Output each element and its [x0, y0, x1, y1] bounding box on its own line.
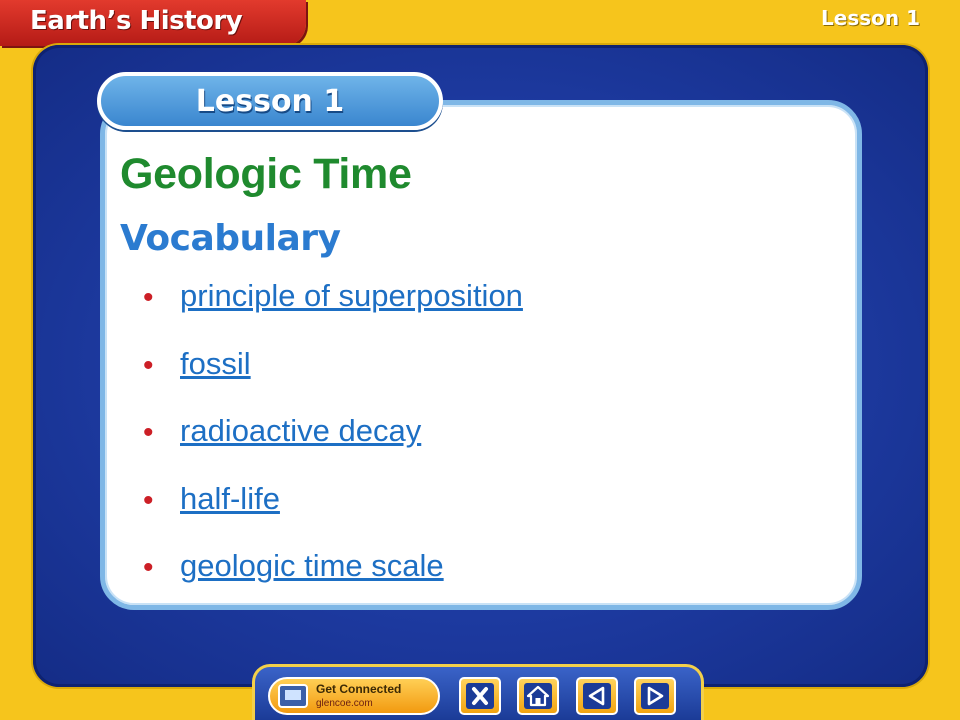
book-title: Earth’s History [30, 6, 243, 36]
vocab-link-radioactive-decay[interactable]: radioactive decay [180, 413, 421, 449]
computer-icon [278, 684, 308, 708]
bullet-icon [143, 351, 154, 381]
section-heading: Vocabulary [120, 218, 341, 259]
vocab-link-fossil[interactable]: fossil [180, 346, 251, 382]
bullet-icon [143, 418, 154, 448]
get-connected-url: glencoe.com [316, 698, 373, 709]
home-icon [524, 683, 552, 709]
lesson-corner-label: Lesson 1 [821, 6, 920, 30]
previous-arrow-icon [583, 683, 611, 709]
vocab-link-half-life[interactable]: half-life [180, 481, 280, 517]
bullet-icon [143, 486, 154, 516]
next-arrow-icon [641, 683, 669, 709]
close-button[interactable] [459, 677, 501, 715]
previous-button[interactable] [576, 677, 618, 715]
vocab-link-geologic-time-scale[interactable]: geologic time scale [180, 548, 444, 584]
home-button[interactable] [517, 677, 559, 715]
get-connected-button[interactable]: Get Connected glencoe.com [268, 677, 440, 715]
get-connected-label: Get Connected [316, 682, 402, 696]
lesson-tab-label: Lesson 1 [195, 84, 345, 119]
book-title-tab: Earth’s History [0, 0, 306, 46]
bullet-icon [143, 553, 154, 583]
lesson-tab: Lesson 1 [97, 72, 443, 130]
bullet-icon [143, 283, 154, 313]
page-title: Geologic Time [120, 150, 412, 198]
vocab-link-principle-of-superposition[interactable]: principle of superposition [180, 278, 523, 314]
next-button[interactable] [634, 677, 676, 715]
close-icon [466, 683, 494, 709]
